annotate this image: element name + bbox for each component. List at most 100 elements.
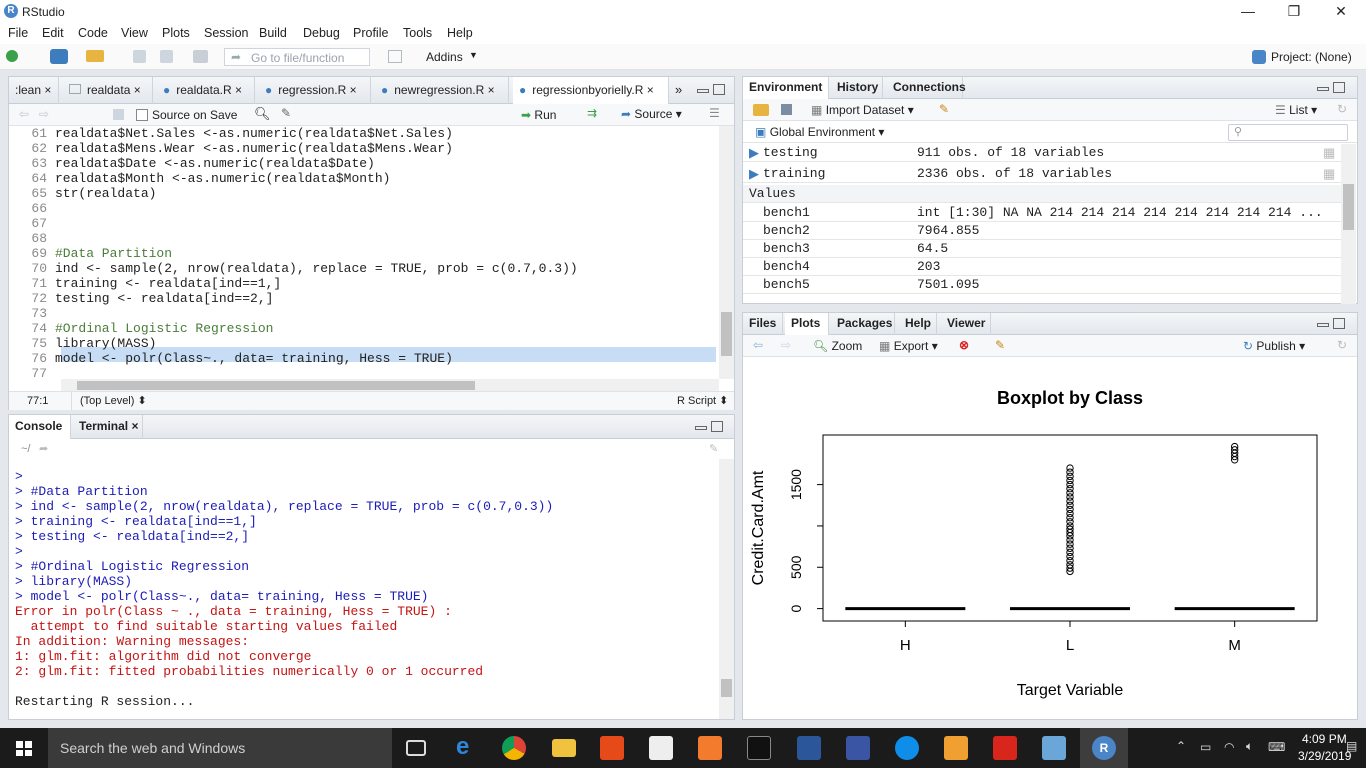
volume-icon[interactable]: 🔈︎ [1246,739,1253,754]
menu-tools[interactable]: Tools [403,26,432,40]
scroll-thumb[interactable] [1343,184,1354,230]
tab-help[interactable]: Help [899,313,937,335]
scroll-thumb[interactable] [721,312,732,356]
maximize-pane-icon[interactable] [711,421,723,432]
minimize-button[interactable]: — [1225,0,1271,24]
go-to-dir-icon[interactable]: ➦ [39,439,48,459]
teamviewer-icon[interactable] [895,736,919,760]
back-arrow-icon[interactable]: ⇦ [19,107,29,121]
outline-icon[interactable]: ☰ [709,106,720,120]
menu-file[interactable]: File [8,26,28,40]
tab-realdata[interactable]: realdata × [63,77,153,104]
env-data-row[interactable]: ▶ training 2336 obs. of 18 variables ▦ [743,165,1341,183]
view-mode-selector[interactable]: ☰ List ▾ [1275,103,1317,117]
tab-connections[interactable]: Connections [887,77,966,99]
office-icon[interactable] [600,736,624,760]
language-icon[interactable]: ⌨ [1268,740,1285,754]
tab-history[interactable]: History [831,77,883,99]
xampp-icon[interactable] [698,736,722,760]
broom-icon[interactable]: ✎ [995,338,1005,352]
code-line[interactable]: 75 library(MASS) [9,336,719,351]
console-vscroll[interactable] [719,459,734,719]
expand-icon[interactable]: ▶ [749,165,759,183]
code-line[interactable]: 73 [9,306,719,321]
tab-regressionbyorielly-r[interactable]: ● regressionbyorielly.R × [513,77,669,104]
addins-menu[interactable]: Addins [426,50,463,64]
save-icon[interactable] [113,109,124,120]
env-value-row[interactable]: bench1 int [1:30] NA NA 214 214 214 214 2… [743,204,1341,222]
tray-chevron-icon[interactable]: ⌃ [1176,739,1186,753]
remote-desktop-icon[interactable] [1042,736,1066,760]
code-line[interactable]: 68 [9,231,719,246]
code-line[interactable]: 69 #Data Partition [9,246,719,261]
goto-file-input[interactable]: ➦ Go to file/function [224,48,370,66]
print-icon[interactable] [193,50,208,63]
console-output[interactable]: > > #Data Partition > ind <- sample(2, nro… [9,459,719,719]
tab-viewer[interactable]: Viewer [941,313,991,335]
code-line[interactable]: 64 realdata$Month <-as.numeric(realdata$M… [9,171,719,186]
code-line[interactable]: 66 [9,201,719,216]
menu-edit[interactable]: Edit [42,26,64,40]
forward-arrow-icon[interactable]: ⇨ [39,107,49,121]
tab-packages[interactable]: Packages [831,313,895,335]
env-value-row[interactable]: bench2 7964.855 [743,222,1341,240]
project-menu[interactable]: Project: (None) [1271,50,1352,64]
code-line[interactable]: 62 realdata$Mens.Wear <-as.numeric(realda… [9,141,719,156]
word-icon[interactable] [797,736,821,760]
import-dataset-button[interactable]: ▦ Import Dataset ▾ [811,103,914,117]
minimize-pane-icon[interactable] [1317,87,1329,91]
media-player-icon[interactable] [944,736,968,760]
global-env-selector[interactable]: ▣ Global Environment ▾ [755,125,884,139]
wifi-icon[interactable]: ◠ [1224,740,1234,754]
forward-arrow-icon[interactable]: ⇨ [781,338,791,352]
wand-icon[interactable]: ✎ [281,106,291,120]
code-line[interactable]: 76 model <- polr(Class~., data= training,… [9,351,719,366]
code-line[interactable]: 67 [9,216,719,231]
tab-newregression-r[interactable]: ● newregression.R × [375,77,509,104]
view-table-icon[interactable]: ▦ [1323,165,1335,183]
env-vscroll[interactable] [1341,144,1356,304]
taskbar-search[interactable]: Search the web and Windows [48,728,392,768]
save-icon[interactable] [133,50,146,63]
env-value-row[interactable]: bench3 64.5 [743,240,1341,258]
menu-debug[interactable]: Debug [303,26,340,40]
maximize-button[interactable]: ❐ [1271,0,1317,24]
chrome-icon[interactable] [502,736,526,760]
menu-help[interactable]: Help [447,26,473,40]
scroll-thumb[interactable] [721,679,732,697]
env-search-input[interactable]: ⚲ [1228,124,1348,141]
windows-start-icon[interactable] [16,741,32,756]
tab-regression-r[interactable]: ● regression.R × [259,77,371,104]
maximize-pane-icon[interactable] [1333,82,1345,93]
code-line[interactable]: 63 realdata$Date <-as.numeric(realdata$Da… [9,156,719,171]
source-on-save-checkbox[interactable] [136,109,148,121]
menu-session[interactable]: Session [204,26,248,40]
editor-vscroll[interactable] [719,126,734,379]
store-icon[interactable] [649,736,673,760]
menu-plots[interactable]: Plots [162,26,190,40]
editor-hscroll[interactable] [61,379,719,391]
scroll-thumb[interactable] [77,381,475,390]
code-line[interactable]: 72 testing <- realdata[ind==2,] [9,291,719,306]
env-value-row[interactable]: bench5 7501.095 [743,276,1341,294]
code-area[interactable]: 61 realdata$Net.Sales <-as.numeric(realda… [9,126,719,379]
search-icon[interactable]: 🔍︎ [254,106,271,122]
remove-plot-icon[interactable]: ⊗ [959,338,969,352]
maximize-pane-icon[interactable] [1333,318,1345,329]
close-button[interactable]: ✕ [1318,0,1364,24]
cmd-icon[interactable] [747,736,771,760]
minimize-pane-icon[interactable] [1317,323,1329,327]
tab-environment[interactable]: Environment [743,77,829,99]
code-line[interactable]: 71 training <- realdata[ind==1,] [9,276,719,291]
save-all-icon[interactable] [160,50,173,63]
load-workspace-icon[interactable] [753,104,769,116]
broom-icon[interactable]: ✎ [939,102,949,116]
save-icon[interactable] [781,104,792,115]
run-button[interactable]: ➡ Run [521,106,556,124]
publish-button[interactable]: ↻ Publish ▾ [1243,339,1305,353]
minimize-pane-icon[interactable] [695,426,707,430]
tab-lean[interactable]: :lean × [9,77,59,104]
view-table-icon[interactable]: ▦ [1323,144,1335,162]
menu-view[interactable]: View [121,26,148,40]
battery-icon[interactable]: ▭ [1200,740,1211,754]
